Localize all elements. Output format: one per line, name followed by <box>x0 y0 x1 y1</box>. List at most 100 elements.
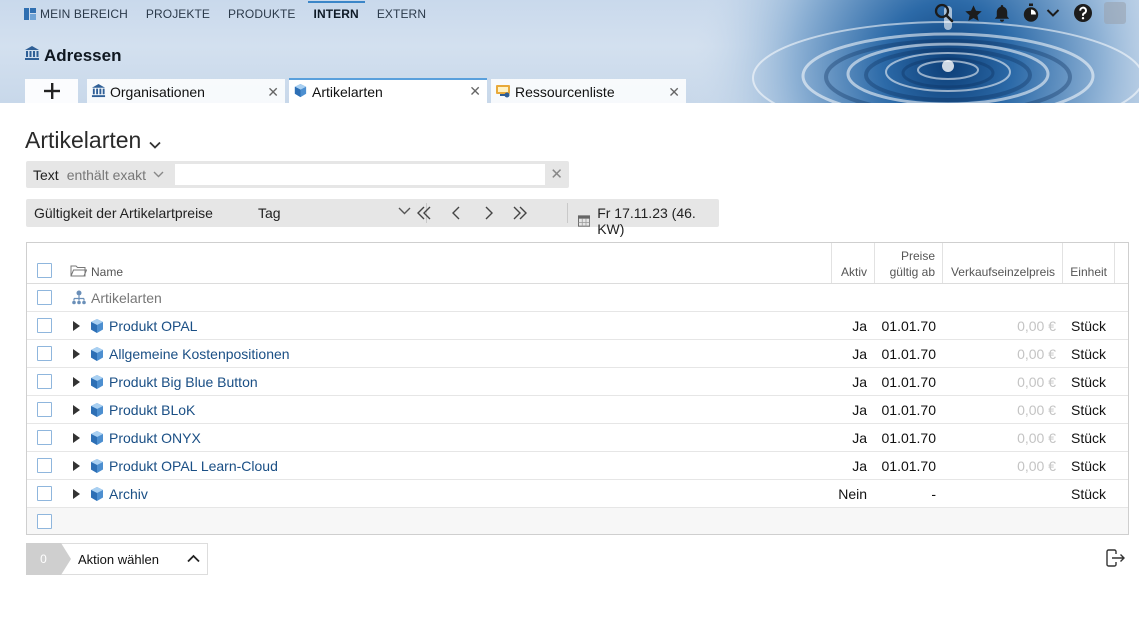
filter-field-label: Text <box>33 166 59 183</box>
table-row[interactable]: Produkt ONYX Ja 01.01.70 0,00 € Stück <box>27 424 1128 452</box>
chevron-down-icon <box>153 171 164 178</box>
table-row[interactable]: Allgemeine Kostenpositionen Ja 01.01.70 … <box>27 340 1128 368</box>
row-active: Ja <box>852 430 867 446</box>
row-valid-from: 01.01.70 <box>881 430 937 446</box>
double-chevron-right-icon <box>513 206 527 220</box>
search-icon[interactable] <box>934 3 954 23</box>
header-name[interactable]: Name <box>64 243 832 283</box>
chevron-up-icon <box>187 554 200 563</box>
row-name-link[interactable]: Produkt OPAL <box>109 318 197 334</box>
row-checkbox[interactable] <box>37 374 52 389</box>
previous-period-button[interactable] <box>445 203 467 223</box>
expand-arrow-icon[interactable] <box>70 348 82 360</box>
export-icon[interactable] <box>1106 549 1126 572</box>
filter-text-input[interactable] <box>175 164 545 185</box>
header-tools <box>934 2 1126 24</box>
expand-arrow-icon[interactable] <box>70 320 82 332</box>
stopwatch-icon[interactable] <box>1021 3 1041 23</box>
row-price: 0,00 € <box>1017 346 1056 362</box>
date-picker[interactable]: Fr 17.11.23 (46. KW) <box>578 205 719 237</box>
row-unit: Stück <box>1070 318 1106 334</box>
next-period-button[interactable] <box>478 203 500 223</box>
row-unit: Stück <box>1070 486 1106 502</box>
table-header: Name Aktiv Preise gültig ab Verkaufseinz… <box>27 243 1128 284</box>
header-price-valid-line2: gültig ab <box>889 265 935 279</box>
table-row-root[interactable]: Artikelarten <box>27 284 1128 312</box>
nav-intern[interactable]: INTERN <box>307 1 366 21</box>
expand-arrow-icon[interactable] <box>70 376 82 388</box>
bell-icon[interactable] <box>992 3 1012 23</box>
table-row[interactable]: Archiv Nein - Stück <box>27 480 1128 508</box>
close-icon[interactable]: ✕ <box>267 84 279 101</box>
row-valid-from: 01.01.70 <box>881 402 937 418</box>
header-active[interactable]: Aktiv <box>832 243 875 283</box>
row-name-link[interactable]: Produkt ONYX <box>109 430 201 446</box>
article-types-table: Name Aktiv Preise gültig ab Verkaufseinz… <box>26 242 1129 535</box>
row-name-link[interactable]: Allgemeine Kostenpositionen <box>109 346 290 362</box>
building-icon <box>91 83 106 101</box>
double-chevron-left-icon <box>417 206 431 220</box>
nav-mein-bereich[interactable]: MEIN BEREICH <box>24 7 128 21</box>
row-active: Ja <box>852 346 867 362</box>
cube-icon <box>91 319 103 333</box>
row-name-link[interactable]: Produkt OPAL Learn-Cloud <box>109 458 278 474</box>
expand-arrow-icon[interactable] <box>70 488 82 500</box>
expand-arrow-icon[interactable] <box>70 460 82 472</box>
user-avatar[interactable] <box>1104 2 1126 24</box>
close-icon[interactable]: ✕ <box>469 83 481 100</box>
star-icon[interactable] <box>963 3 983 23</box>
table-row[interactable]: Produkt OPAL Ja 01.01.70 0,00 € Stück <box>27 312 1128 340</box>
first-period-button[interactable] <box>413 203 435 223</box>
row-checkbox[interactable] <box>37 290 52 305</box>
help-icon[interactable] <box>1073 3 1093 23</box>
tab-ressourcenliste[interactable]: Ressourcenliste ✕ <box>491 79 686 103</box>
top-navigation: MEIN BEREICH PROJEKTE PRODUKTE INTERN EX… <box>24 1 444 22</box>
tab-label: Artikelarten <box>312 83 383 100</box>
tab-organisationen[interactable]: Organisationen ✕ <box>87 79 285 103</box>
filter-operator-select[interactable]: enthält exakt <box>67 167 164 183</box>
expand-arrow-icon[interactable] <box>70 404 82 416</box>
row-unit: Stück <box>1070 430 1106 446</box>
select-all-checkbox[interactable] <box>37 263 52 278</box>
last-period-button[interactable] <box>509 203 531 223</box>
row-checkbox[interactable] <box>37 346 52 361</box>
cube-icon <box>91 459 103 473</box>
cube-icon <box>91 431 103 445</box>
row-name-link[interactable]: Produkt Big Blue Button <box>109 374 258 390</box>
chevron-down-icon[interactable] <box>1043 3 1063 23</box>
row-checkbox[interactable] <box>37 458 52 473</box>
close-icon[interactable]: ✕ <box>668 84 680 101</box>
header-price-valid-from[interactable]: Preise gültig ab <box>875 243 943 283</box>
nav-produkte[interactable]: PRODUKTE <box>228 7 295 21</box>
add-tab-button[interactable] <box>25 79 78 103</box>
expand-arrow-icon[interactable] <box>70 432 82 444</box>
nav-projekte[interactable]: PROJEKTE <box>146 7 210 21</box>
table-row[interactable]: Produkt BLoK Ja 01.01.70 0,00 € Stück <box>27 396 1128 424</box>
table-row[interactable]: Produkt OPAL Learn-Cloud Ja 01.01.70 0,0… <box>27 452 1128 480</box>
row-price: 0,00 € <box>1017 458 1056 474</box>
validity-bar: Gültigkeit der Artikelartpreise Tag Fr 1… <box>26 199 719 237</box>
header-price[interactable]: Verkaufseinzelpreis <box>943 243 1063 283</box>
plus-icon <box>43 83 60 99</box>
row-name-link[interactable]: Archiv <box>109 486 148 502</box>
tab-artikelarten[interactable]: Artikelarten ✕ <box>289 78 487 103</box>
table-row[interactable]: Produkt Big Blue Button Ja 01.01.70 0,00… <box>27 368 1128 396</box>
row-checkbox[interactable] <box>37 486 52 501</box>
header-unit[interactable]: Einheit <box>1063 243 1115 283</box>
view-title-dropdown[interactable]: Artikelarten <box>25 126 161 155</box>
row-name-link[interactable]: Produkt BLoK <box>109 402 195 418</box>
nav-extern[interactable]: EXTERN <box>377 7 426 21</box>
row-checkbox[interactable] <box>37 514 52 529</box>
period-select[interactable]: Tag <box>252 201 419 225</box>
folder-open-icon <box>70 265 87 277</box>
clear-filter-icon[interactable]: ✕ <box>550 165 563 183</box>
row-price: 0,00 € <box>1017 430 1056 446</box>
row-checkbox[interactable] <box>37 430 52 445</box>
row-checkbox[interactable] <box>37 402 52 417</box>
bulk-action-select[interactable]: 0 Aktion wählen <box>26 543 208 575</box>
row-valid-from: 01.01.70 <box>881 458 937 474</box>
row-valid-from: 01.01.70 <box>881 346 937 362</box>
chevron-down-icon <box>398 207 411 215</box>
row-checkbox[interactable] <box>37 318 52 333</box>
tab-bar: Organisationen ✕ Artikelarten ✕ Ressourc… <box>25 78 690 103</box>
